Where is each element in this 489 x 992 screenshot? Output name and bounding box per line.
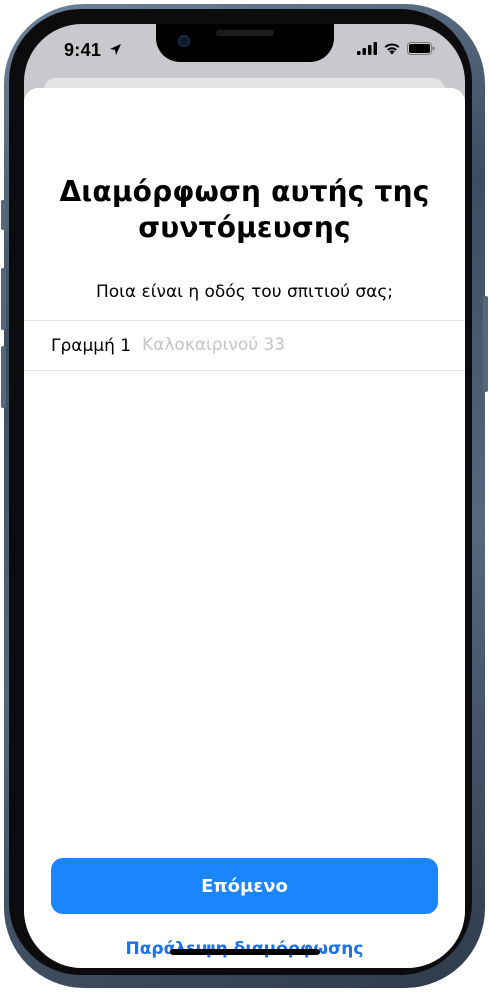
wifi-icon	[384, 43, 400, 55]
page-title-line-1: Διαμόρφωση αυτής της	[59, 175, 430, 208]
next-button[interactable]: Επόμενο	[51, 858, 438, 914]
notch	[156, 24, 334, 62]
address-line-input[interactable]	[142, 331, 442, 359]
screen: 9:41 Διαμόρφωση αυτής της συντόμευσης Πο…	[24, 24, 465, 968]
silent-switch	[1, 200, 6, 230]
power-button	[483, 296, 488, 392]
page-title: Διαμόρφωση αυτής της συντόμευσης	[24, 174, 465, 246]
home-indicator[interactable]	[170, 949, 320, 955]
status-time-text: 9:41	[64, 40, 102, 60]
cellular-signal-icon	[357, 42, 377, 55]
battery-icon	[407, 42, 435, 55]
location-arrow-icon	[109, 44, 121, 55]
page-title-line-2: συντόμευσης	[138, 211, 351, 244]
speaker-grille	[216, 30, 274, 36]
status-time: 9:41	[64, 40, 122, 61]
front-camera-icon	[178, 35, 190, 47]
address-line-label: Γραμμή 1	[51, 336, 132, 356]
volume-down-button	[1, 346, 6, 408]
status-indicators	[357, 42, 435, 55]
volume-up-button	[1, 268, 6, 330]
address-line-row: Γραμμή 1	[24, 320, 465, 371]
next-button-label: Επόμενο	[201, 875, 288, 897]
configuration-sheet: Διαμόρφωση αυτής της συντόμευσης Ποια εί…	[24, 88, 465, 968]
question-text: Ποια είναι η οδός του σπιτιού σας;	[95, 282, 394, 302]
